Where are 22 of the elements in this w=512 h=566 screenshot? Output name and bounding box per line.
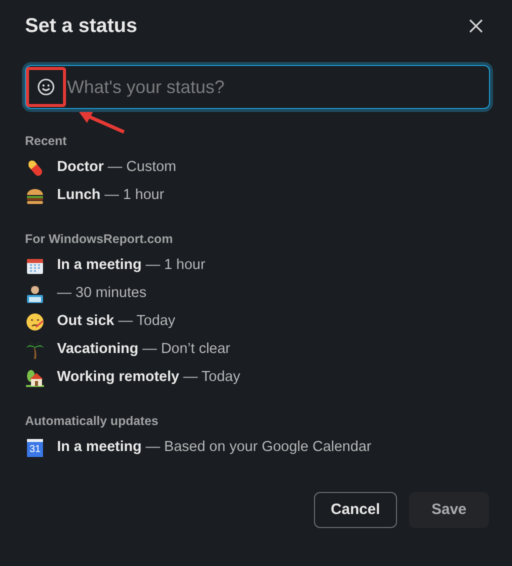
calendar-icon [25, 256, 45, 276]
burger-icon [25, 186, 45, 206]
status-field[interactable]: What's your status? [67, 72, 483, 102]
status-option[interactable]: 31 In a meeting — Based on your Google Calendar [25, 434, 487, 462]
person-at-computer-icon [25, 284, 45, 304]
section-heading: Automatically updates [25, 413, 160, 430]
calendar-date: 31 [27, 442, 43, 457]
dialog-title: Set a status [25, 14, 138, 39]
status-option[interactable]: In a meeting — 1 hour [25, 252, 487, 280]
section-heading: For WindowsReport.com [25, 231, 174, 248]
status-option[interactable]: Vacationing — Don’t clear [25, 336, 487, 364]
smiley-icon[interactable] [36, 77, 56, 97]
palm-tree-icon [25, 340, 45, 360]
status-option[interactable]: Working remotely — Today [25, 364, 487, 392]
cancel-button[interactable]: Cancel [314, 492, 397, 528]
status-option[interactable]: — 30 minutes [25, 280, 487, 308]
sick-face-icon [25, 312, 45, 332]
status-option[interactable]: Doctor — Custom [25, 154, 487, 182]
status-option[interactable]: Lunch — 1 hour [25, 182, 487, 210]
house-icon [25, 368, 45, 388]
status-option[interactable]: Out sick — Today [25, 308, 487, 336]
section-heading: Recent [25, 133, 68, 150]
